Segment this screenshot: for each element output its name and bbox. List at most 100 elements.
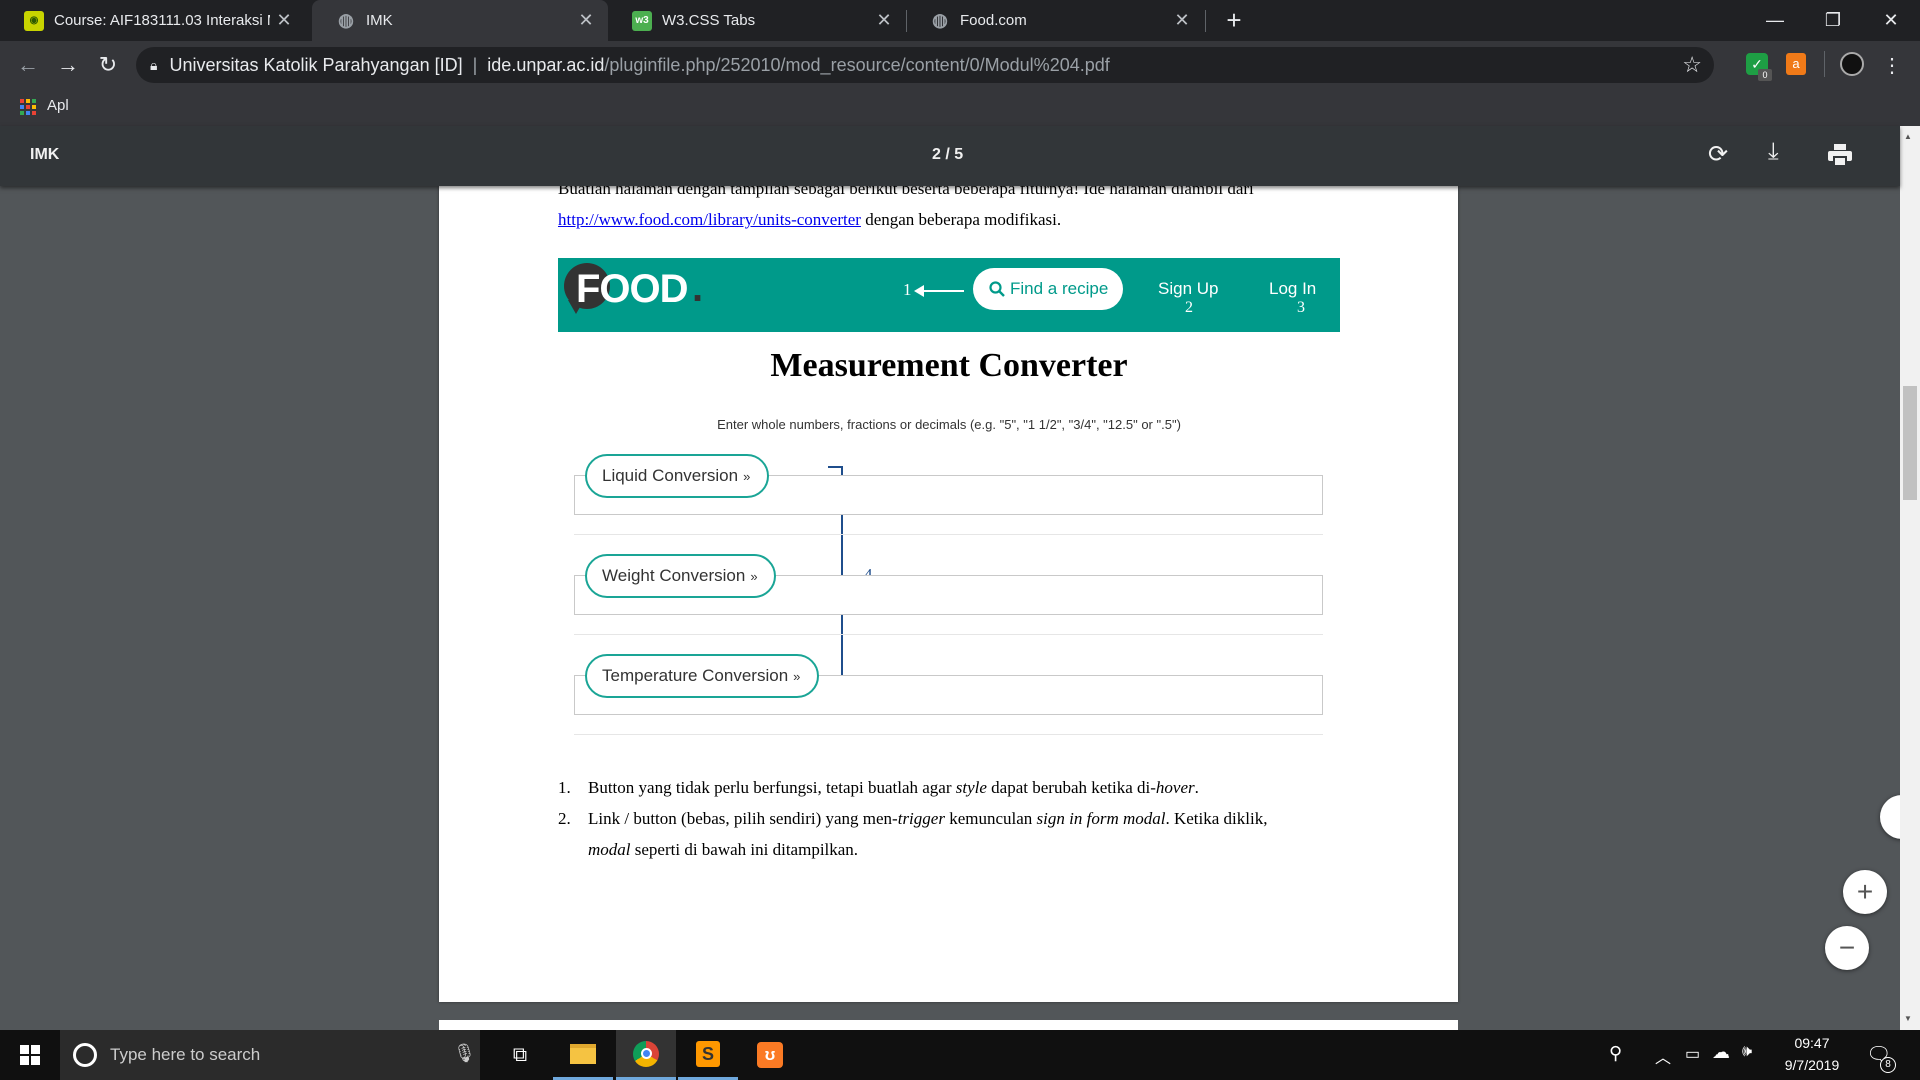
text-italic: modal <box>588 840 631 859</box>
close-icon[interactable]: ✕ <box>1168 10 1196 31</box>
tab-title: Food.com <box>960 12 1027 29</box>
toolbar-divider <box>1824 51 1825 77</box>
people-icon[interactable]: ⚲ <box>1609 1043 1622 1064</box>
site-identity: Universitas Katolik Parahyangan [ID] <box>169 54 463 75</box>
chevron-up-icon[interactable]: ︿ <box>1655 1044 1671 1068</box>
clock-date[interactable]: 9/7/2019 <box>1775 1057 1849 1073</box>
liquid-conversion-button[interactable]: Liquid Conversion » <box>585 454 769 498</box>
list-item-text: modal seperti di bawah ini ditampilkan. <box>588 840 858 860</box>
scroll-up-icon[interactable]: ▲ <box>1904 132 1912 141</box>
new-tab-button[interactable]: + <box>1216 2 1252 38</box>
tab-imk[interactable]: ◍ IMK ✕ <box>312 0 608 41</box>
download-icon[interactable]: ⤓ <box>1768 138 1779 166</box>
text: dapat berubah ketika di- <box>986 778 1156 797</box>
temperature-label: Temperature Conversion <box>602 666 789 685</box>
url-path: /pluginfile.php/252010/mod_resource/cont… <box>604 54 1110 75</box>
star-icon[interactable]: ☆ <box>1682 52 1702 78</box>
microphone-icon[interactable]: 🎙︎ <box>453 1043 476 1064</box>
list-item: 1. <box>558 778 571 798</box>
pdf-toolbar: IMK 2 / 5 ⟳ ⤓ <box>0 126 1900 186</box>
text-italic: style <box>955 778 987 797</box>
search-box[interactable]: Type here to search 🎙︎ <box>60 1030 480 1080</box>
menu-icon[interactable]: ⋮ <box>1874 47 1910 83</box>
annotation-3: 3 <box>1297 299 1305 316</box>
start-button[interactable] <box>0 1030 60 1080</box>
restore-button[interactable]: ❐ <box>1804 0 1862 41</box>
lock-icon: 🔒︎ <box>150 56 158 73</box>
temperature-conversion-button[interactable]: Temperature Conversion » <box>585 654 819 698</box>
volume-icon[interactable]: 🕪︎ <box>1742 1043 1752 1061</box>
rotate-icon[interactable]: ⟳ <box>1708 140 1728 169</box>
tab-title: IMK <box>366 12 393 29</box>
scroll-down-icon[interactable]: ▼ <box>1904 1014 1912 1023</box>
close-icon[interactable]: ✕ <box>270 10 298 31</box>
browser-toolbar: ← → ↻ 🔒︎ Universitas Katolik Parahyangan… <box>0 41 1920 88</box>
zoom-out-button[interactable]: − <box>1825 926 1869 970</box>
url-host: ide.unpar.ac.id <box>487 54 605 75</box>
scrollbar[interactable]: ▲ ▼ <box>1900 126 1920 1030</box>
file-explorer-icon[interactable] <box>553 1030 613 1080</box>
intro-text-tail: dengan beberapa modifikasi. <box>860 210 1062 229</box>
back-icon[interactable]: ← <box>10 47 46 83</box>
text: . <box>1194 778 1199 797</box>
find-recipe-label: Find a recipe <box>1010 279 1109 298</box>
cortana-icon <box>73 1043 97 1067</box>
text-italic: sign in form modal <box>1036 809 1166 828</box>
weight-label: Weight Conversion <box>602 566 746 585</box>
scrollbar-thumb[interactable] <box>1903 386 1917 500</box>
list-item-text: Link / button (bebas, pilih sendiri) yan… <box>588 809 1267 829</box>
extension-bag-icon[interactable]: a <box>1786 53 1806 75</box>
tab-title: Course: AIF183111.03 Interaksi M <box>54 12 270 29</box>
profile-avatar[interactable] <box>1840 52 1864 76</box>
weight-conversion-button[interactable]: Weight Conversion » <box>585 554 776 598</box>
chevron-down-icon: » <box>793 668 801 684</box>
text: kemunculan <box>944 809 1037 828</box>
arrow-head <box>914 285 924 297</box>
address-bar[interactable]: 🔒︎ Universitas Katolik Parahyangan [ID] … <box>136 47 1714 83</box>
list-item: 2. <box>558 809 571 829</box>
annotation-2: 2 <box>1185 299 1193 316</box>
close-icon[interactable]: ✕ <box>870 10 898 31</box>
divider <box>574 634 1323 635</box>
sublime-text-icon[interactable]: S <box>678 1030 738 1080</box>
reload-icon[interactable]: ↻ <box>90 47 126 83</box>
extension-badge: 0 <box>1758 69 1772 81</box>
globe-icon: ◍ <box>932 10 948 30</box>
clock-time[interactable]: 09:47 <box>1782 1035 1842 1051</box>
url-separator: | <box>472 54 478 75</box>
chevron-down-icon: » <box>743 468 751 484</box>
print-icon[interactable] <box>1828 144 1852 166</box>
xampp-icon[interactable]: ʊ <box>740 1030 800 1080</box>
forward-icon[interactable]: → <box>50 47 86 83</box>
divider <box>574 534 1323 535</box>
signup-link[interactable]: Sign Up <box>1158 279 1218 299</box>
tab-title: W3.CSS Tabs <box>662 12 756 29</box>
search-icon <box>989 281 1005 297</box>
cloud-icon[interactable]: ☁ <box>1712 1042 1730 1063</box>
tab-food[interactable]: ◍ Food.com ✕ <box>906 0 1204 41</box>
chrome-icon[interactable] <box>616 1030 676 1080</box>
minimize-button[interactable]: — <box>1746 0 1804 41</box>
tab-course[interactable]: ◉ Course: AIF183111.03 Interaksi M ✕ <box>0 0 306 41</box>
units-converter-link[interactable]: http://www.food.com/library/units-conver… <box>558 210 861 229</box>
apps-bookmark[interactable]: Apl <box>47 97 69 114</box>
find-recipe-button[interactable]: Find a recipe <box>973 268 1123 310</box>
tab-w3css[interactable]: w3 W3.CSS Tabs ✕ <box>608 0 906 41</box>
close-window-button[interactable]: ✕ <box>1862 0 1920 41</box>
zoom-in-button[interactable]: + <box>1843 870 1887 914</box>
food-logo-dot: . <box>692 266 704 310</box>
food-logo: FOOD <box>576 267 689 311</box>
battery-icon[interactable]: ▭ <box>1685 1044 1700 1064</box>
login-link[interactable]: Log In <box>1269 279 1316 299</box>
task-view-icon[interactable]: ⧉ <box>490 1030 550 1080</box>
liquid-label: Liquid Conversion <box>602 466 739 485</box>
close-icon[interactable]: ✕ <box>572 10 600 31</box>
text-italic: hover <box>1155 778 1195 797</box>
notification-badge: 8 <box>1880 1057 1896 1073</box>
text: seperti di bawah ini ditampilkan. <box>630 840 859 859</box>
apps-grid-icon[interactable] <box>20 99 36 115</box>
food-navbar: FOOD . 1 Find a recipe Sign Up 2 Log In … <box>558 258 1340 332</box>
search-placeholder: Type here to search <box>110 1045 261 1064</box>
list-item-text: Button yang tidak perlu berfungsi, tetap… <box>588 778 1199 798</box>
converter-heading: Measurement Converter <box>770 347 1128 384</box>
